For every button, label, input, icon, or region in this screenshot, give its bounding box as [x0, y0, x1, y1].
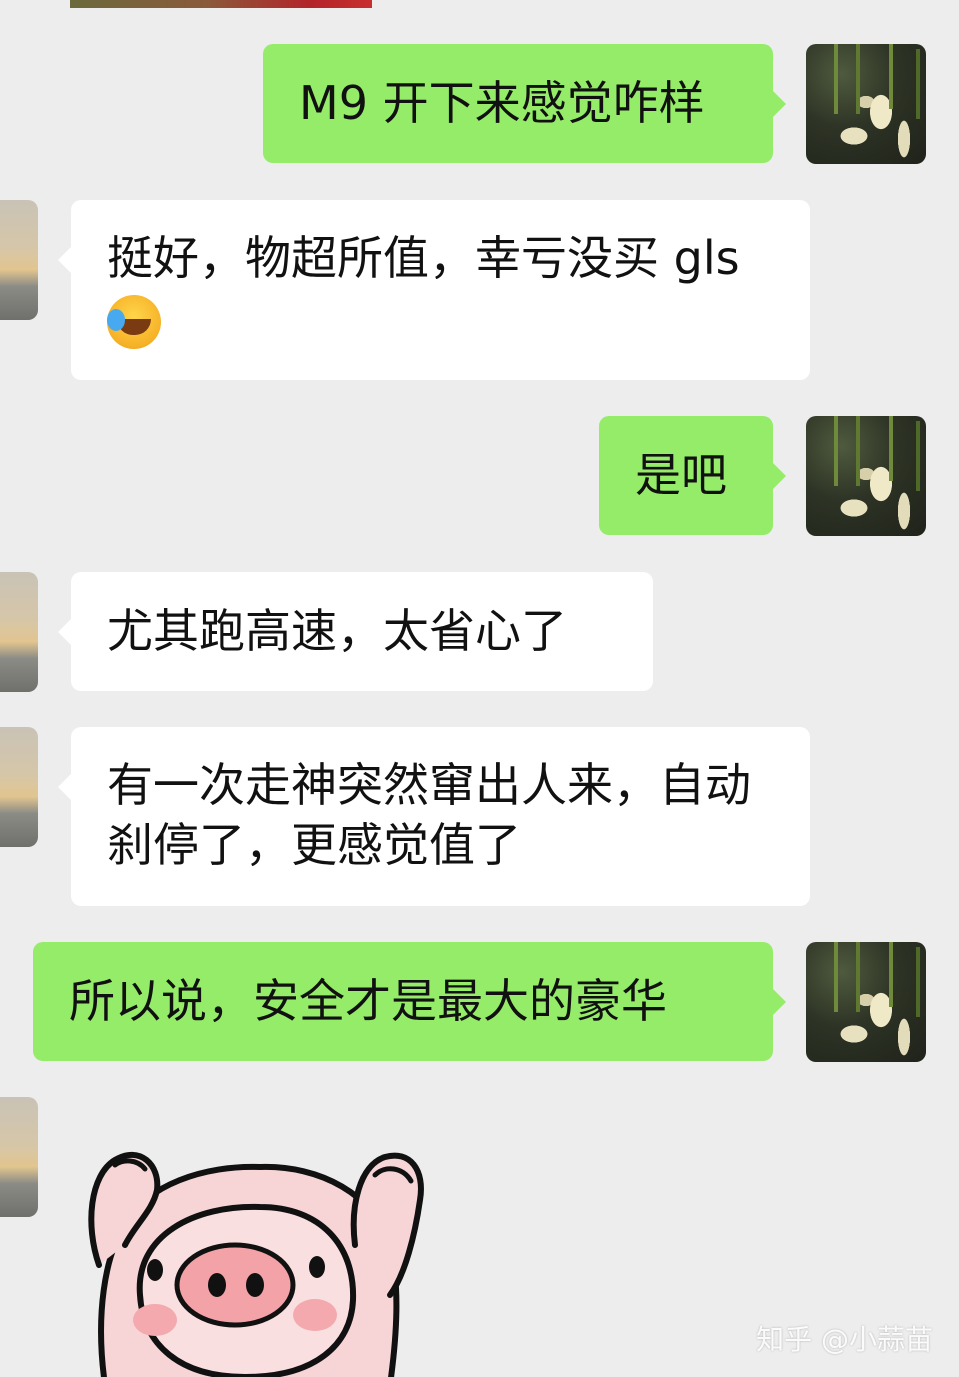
my-message-bubble[interactable]: 所以说，安全才是最大的豪华 [33, 942, 786, 1061]
message-text: 尤其跑高速，太省心了 [107, 604, 567, 658]
contact-avatar[interactable] [0, 572, 38, 692]
my-avatar[interactable] [806, 942, 926, 1062]
pig-sticker-icon[interactable] [85, 1145, 430, 1377]
contact-avatar[interactable] [0, 1097, 38, 1217]
message-text: 是吧 [635, 448, 727, 502]
contact-message-bubble[interactable]: 尤其跑高速，太省心了 [58, 572, 653, 691]
previous-message-image-edge [70, 0, 372, 8]
message-text: 所以说，安全才是最大的豪华 [69, 974, 667, 1028]
contact-message-bubble[interactable]: 挺好，物超所值，幸亏没买 gls [58, 200, 810, 380]
my-avatar[interactable] [806, 44, 926, 164]
face-with-tears-of-joy-icon [107, 294, 161, 349]
my-avatar[interactable] [806, 416, 926, 536]
message-text: M9 开下来感觉咋样 [299, 76, 705, 130]
contact-message-bubble[interactable]: 有一次走神突然窜出人来，自动刹停了，更感觉值了 [58, 727, 810, 906]
contact-avatar[interactable] [0, 727, 38, 847]
watermark: 知乎 @小蒜苗 [756, 1323, 933, 1356]
my-message-bubble[interactable]: M9 开下来感觉咋样 [263, 44, 786, 163]
my-message-bubble[interactable]: 是吧 [599, 416, 786, 535]
contact-avatar[interactable] [0, 200, 38, 320]
message-text: 有一次走神突然窜出人来，自动刹停了，更感觉值了 [107, 758, 751, 872]
message-text: 挺好，物超所值，幸亏没买 gls [107, 231, 740, 285]
